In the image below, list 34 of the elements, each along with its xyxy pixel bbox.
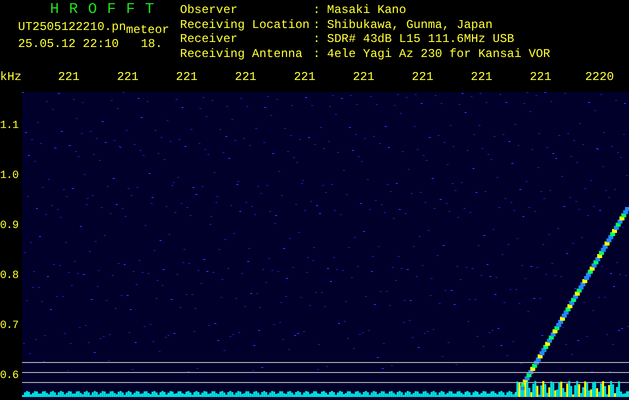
y-axis-label: 0.8 [0,270,20,284]
y-axis-label: 1.0 [0,170,20,184]
info-separator: : [313,33,322,48]
info-label: Observer [180,4,239,18]
mode-label: meteor [126,22,170,39]
x-axis-label: 221 [56,70,81,84]
date-time: 25.05.12 22:10 [18,36,119,52]
y-axis-label: 1.1 [0,120,20,134]
x-axis-label: 221 [234,70,258,84]
x-axis-label: 221 [352,70,376,84]
info-value: Shibukawa, Gunma, Japan [327,18,494,33]
x-axis-label: 221 [174,70,199,84]
x-axis-label: 2220 [584,70,615,84]
y-axis-label: 0.9 [0,220,20,234]
file-name: UT2505122210.pn [18,19,126,36]
info-label: Receiving Location [180,18,311,33]
info-separator: : [313,4,322,18]
info-value: Masaki Kano [327,4,408,18]
info-separator: : [313,48,322,62]
info-value: 4ele Yagi Az 230 for Kansai VOR [327,48,550,62]
y-axis-label: 0.6 [0,370,20,384]
info-label: Receiver [180,33,239,48]
count-label: 18. [140,36,162,52]
x-axis-label: 221 [470,70,494,84]
x-axis-label: 221 [410,70,434,84]
x-axis-label: 221 [292,70,316,84]
info-value: SDR# 43dB L15 111.6MHz USB [327,33,516,48]
x-axis-label: 221 [116,70,140,84]
axis-unit: kHz [0,70,23,84]
x-axis-label: 221 [528,70,552,84]
info-separator: : [313,18,322,33]
y-axis-label: 0.7 [0,320,20,334]
info-label: Receiving Antenna [180,48,304,62]
app-title: HROFFT [49,2,166,18]
